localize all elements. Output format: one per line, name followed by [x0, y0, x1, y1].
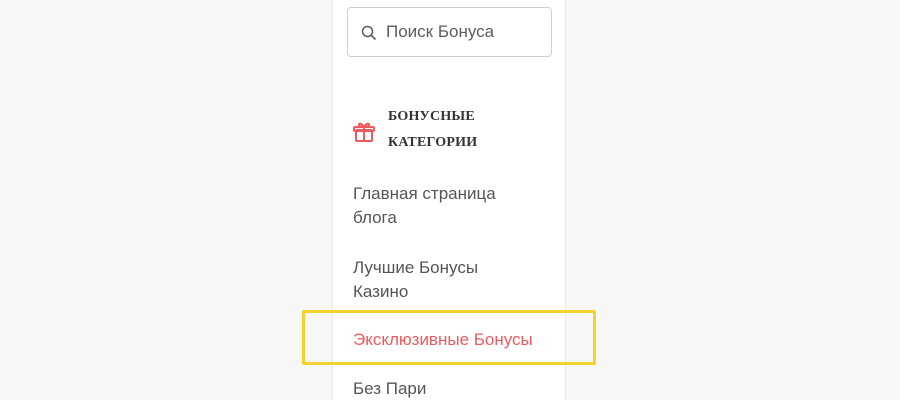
category-title: БОНУСНЫЕ КАТЕГОРИИ	[388, 104, 538, 156]
category-link-blog-home[interactable]: Главная страница блога	[353, 182, 543, 230]
search-box[interactable]	[347, 7, 552, 57]
search-input[interactable]	[386, 8, 546, 56]
category-link-best-casino-bonuses-line-2: Казино	[353, 282, 409, 301]
bonus-sidebar-page: БОНУСНЫЕ КАТЕГОРИИ Главная страница блог…	[0, 0, 900, 400]
category-link-best-casino-bonuses[interactable]: Лучшие Бонусы Казино	[353, 256, 543, 304]
search-icon	[361, 25, 377, 41]
category-link-exclusive-bonuses[interactable]: Эксклюзивные Бонусы	[353, 328, 543, 352]
category-link-best-casino-bonuses-line-1: Лучшие Бонусы	[353, 258, 479, 277]
category-link-blog-home-line-2: блога	[353, 208, 397, 227]
category-title-line-1: БОНУСНЫЕ	[388, 109, 475, 124]
bonus-sidebar: БОНУСНЫЕ КАТЕГОРИИ Главная страница блог…	[332, 0, 566, 400]
gift-icon	[352, 120, 376, 144]
category-link-blog-home-line-1: Главная страница	[353, 184, 496, 203]
category-link-no-wager[interactable]: Без Пари	[353, 377, 543, 400]
category-title-line-2: КАТЕГОРИИ	[388, 135, 478, 150]
bonus-categories-header: БОНУСНЫЕ КАТЕГОРИИ	[352, 104, 542, 158]
